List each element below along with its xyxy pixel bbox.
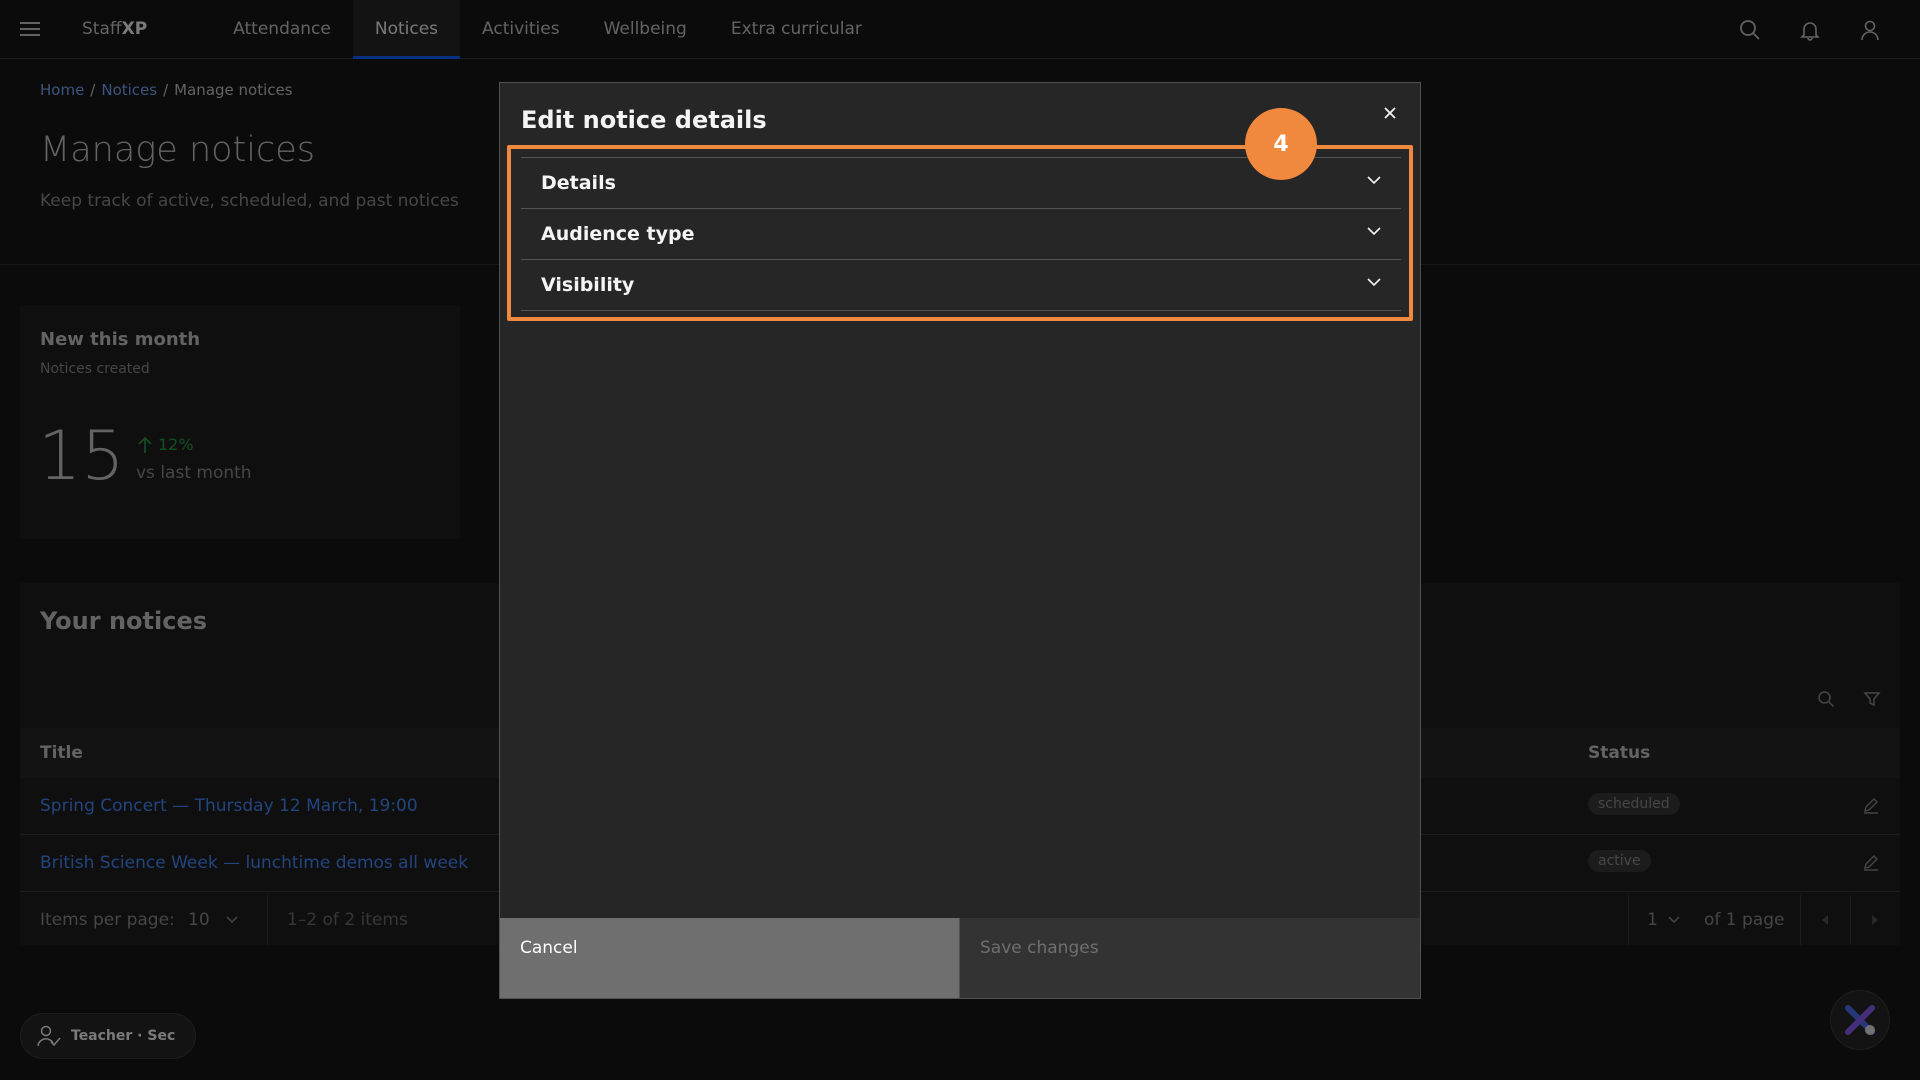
edit-notice-modal: Edit notice details Details Audience typ… [499, 82, 1421, 999]
close-icon [1384, 107, 1396, 119]
modal-title: Edit notice details [521, 106, 767, 134]
save-changes-button[interactable]: Save changes [960, 918, 1420, 998]
tutorial-step-badge: 4 [1245, 108, 1317, 180]
close-button[interactable] [1374, 97, 1406, 129]
modal-footer: Cancel Save changes [500, 918, 1420, 998]
cancel-button[interactable]: Cancel [500, 918, 960, 998]
